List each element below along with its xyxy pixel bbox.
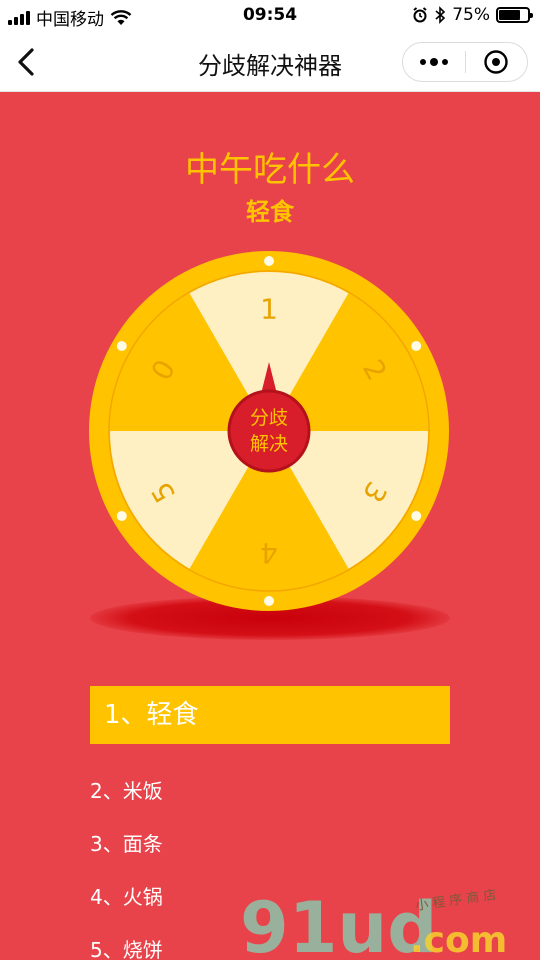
wheel-light (411, 341, 422, 351)
wheel-light (264, 596, 274, 606)
battery-icon (496, 7, 533, 23)
capsule-menu (402, 42, 528, 82)
close-button[interactable] (465, 43, 527, 81)
wheel-segment-label: 4 (260, 537, 278, 570)
center-label-1: 分歧 (249, 407, 288, 429)
target-close-icon (484, 50, 508, 74)
watermark-brand: 91ud (240, 887, 437, 960)
more-dots-icon (419, 57, 448, 66)
status-bar: 中国移动 09:54 75% (0, 0, 540, 32)
watermark-logo: 91ud .com 小 程 序 商 店 (240, 887, 507, 960)
wheel-light (411, 511, 422, 521)
battery-fill (499, 10, 520, 20)
wheel-light (116, 341, 127, 351)
question-title: 中午吃什么 (185, 150, 355, 190)
spin-wheel[interactable]: 123450 分歧 解决 (88, 250, 450, 612)
status-right: 75% (412, 5, 533, 25)
option-item[interactable]: 4、火锅 (90, 881, 163, 910)
center-button[interactable]: 分歧 解决 (229, 391, 309, 471)
watermark-suffix: .com (410, 920, 507, 960)
option-item[interactable]: 2、米饭 (90, 775, 163, 804)
bluetooth-icon (435, 6, 446, 24)
wheel-segment-label: 1 (260, 293, 278, 326)
more-button[interactable] (403, 43, 465, 81)
option-item[interactable]: 3、面条 (90, 828, 163, 857)
result-text: 轻食 (246, 198, 294, 226)
center-label-2: 解决 (249, 433, 288, 455)
wheel-light (264, 256, 274, 266)
alarm-icon (413, 7, 427, 23)
battery-percent: 75% (452, 5, 490, 25)
option-selected[interactable]: 1、轻食 (90, 686, 450, 744)
option-item[interactable]: 5、烧饼 (90, 934, 163, 960)
nav-bar: 分歧解决神器 (0, 32, 540, 92)
wheel-light (116, 511, 127, 521)
